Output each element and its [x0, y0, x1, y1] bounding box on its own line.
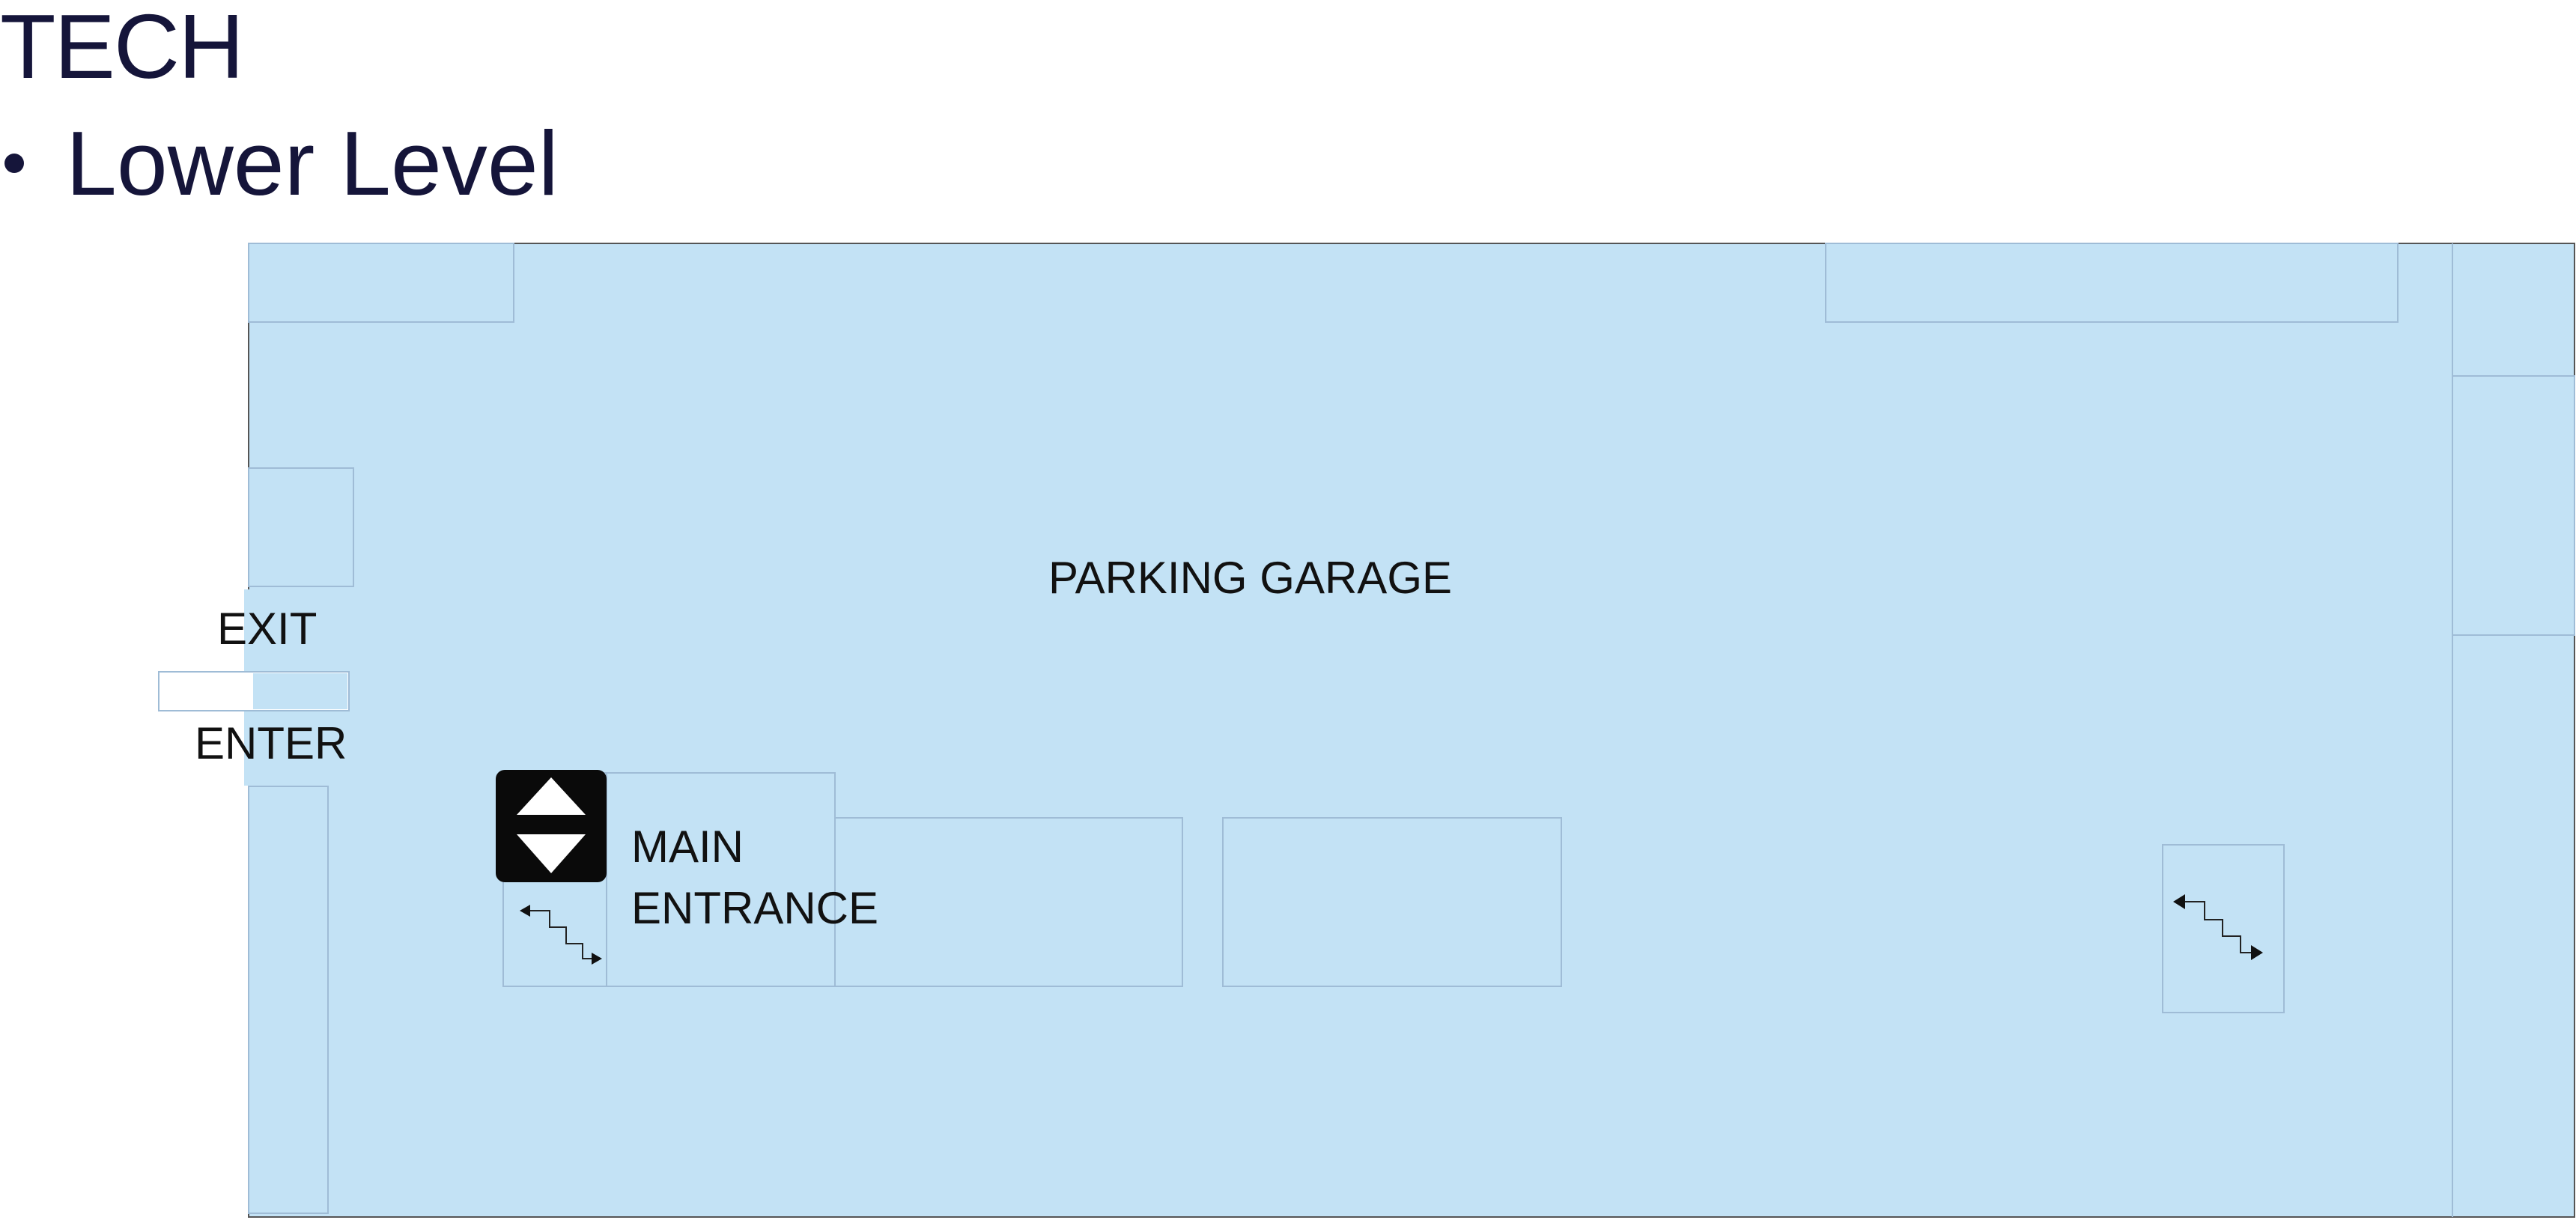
parking-garage-area[interactable]: [248, 243, 2575, 1218]
main-entrance-label-line2: ENTRANCE: [631, 883, 879, 933]
gate-bar-inner: [253, 673, 347, 709]
elevator-icon[interactable]: [496, 770, 607, 882]
floor-plan: [158, 243, 2575, 1218]
parking-garage-label: PARKING GARAGE: [1048, 553, 1453, 603]
enter-label: ENTER: [195, 718, 347, 768]
exit-label: EXIT: [217, 604, 318, 654]
main-entrance-label-line1: MAIN: [631, 822, 744, 872]
